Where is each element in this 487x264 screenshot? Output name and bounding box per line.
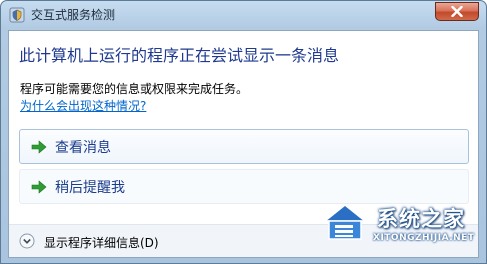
title-bar: 交互式服务检测 (1, 1, 486, 29)
dialog-description: 程序可能需要您的信息或权限来完成任务。 (20, 82, 249, 96)
dialog-footer: 显示程序详细信息(D) (9, 224, 478, 257)
dialog-heading: 此计算机上运行的程序正在尝试显示一条消息 (19, 46, 340, 65)
view-message-label: 查看消息 (55, 139, 111, 156)
close-icon (451, 6, 463, 17)
close-button[interactable] (435, 2, 479, 21)
chevron-down-icon[interactable] (19, 233, 35, 249)
view-message-button[interactable]: 查看消息 (19, 129, 469, 164)
green-arrow-icon (31, 139, 47, 154)
remind-later-button[interactable]: 稍后提醒我 (19, 169, 469, 204)
green-arrow-icon (31, 179, 47, 194)
help-link[interactable]: 为什么会出现这种情况? (20, 97, 146, 114)
dialog-content: 此计算机上运行的程序正在尝试显示一条消息 程序可能需要您的信息或权限来完成任务。… (8, 30, 479, 258)
remind-later-label: 稍后提醒我 (55, 179, 125, 196)
window-title: 交互式服务检测 (31, 8, 116, 22)
shield-app-icon (9, 7, 25, 23)
show-details-toggle[interactable]: 显示程序详细信息(D) (44, 234, 159, 251)
dialog-window: 交互式服务检测 此计算机上运行的程序正在尝试显示一条消息 程序可能需要您的信息或… (0, 0, 487, 264)
